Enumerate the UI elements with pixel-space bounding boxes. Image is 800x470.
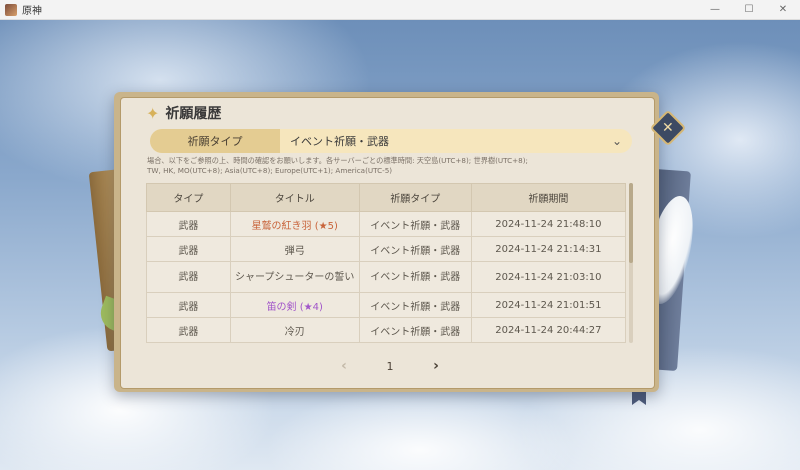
sparkle-icon: ✦ <box>146 103 160 123</box>
cell-title: 冷刃 <box>229 317 360 343</box>
column-header-type: タイプ <box>146 183 231 212</box>
prev-page-button[interactable]: ‹ <box>335 357 353 375</box>
chevron-down-icon[interactable]: ⌄ <box>612 134 622 148</box>
cell-time: 2024-11-24 21:01:51 <box>470 292 627 318</box>
dropdown-label: 祈願タイプ <box>150 129 280 153</box>
scroll-thumb[interactable] <box>629 183 633 263</box>
cell-wish-type: イベント祈願・武器 <box>358 236 472 262</box>
cell-title: 笛の剣 (★4) <box>229 292 360 318</box>
table-row: 武器 シャープシューターの誓い イベント祈願・武器 2024-11-24 21:… <box>146 261 627 293</box>
table-row: 武器 星鷲の紅き羽 (★5) イベント祈願・武器 2024-11-24 21:4… <box>146 211 627 237</box>
app-icon <box>5 3 17 16</box>
cell-type: 武器 <box>146 261 231 293</box>
column-header-title: タイトル <box>229 183 360 212</box>
cell-title: 弾弓 <box>229 236 360 262</box>
cell-type: 武器 <box>146 236 231 262</box>
column-header-wish-type: 祈願タイプ <box>358 183 472 212</box>
cell-wish-type: イベント祈願・武器 <box>358 261 472 293</box>
cell-type: 武器 <box>146 211 231 237</box>
table-row: 武器 笛の剣 (★4) イベント祈願・武器 2024-11-24 21:01:5… <box>146 292 627 318</box>
table-header-row: タイプ タイトル 祈願タイプ 祈願期間 <box>146 183 627 212</box>
cell-time: 2024-11-24 21:48:10 <box>470 211 627 237</box>
cell-time: 2024-11-24 21:14:31 <box>470 236 627 262</box>
notice-line-1: 場合、以下をご参照の上、時間の確認をお願いします。各サーバーごとの標準時間: 天… <box>147 156 528 165</box>
window-title-bar: 原神 — ☐ ✕ <box>0 0 800 20</box>
cell-title: 星鷲の紅き羽 (★5) <box>229 211 360 237</box>
cell-time: 2024-11-24 21:03:10 <box>470 261 627 293</box>
panel-header: ✦ 祈願履歴 <box>146 103 221 123</box>
table-scrollbar[interactable] <box>629 183 633 343</box>
window-title: 原神 <box>22 6 42 17</box>
timezone-notice: 場合、以下をご参照の上、時間の確認をお願いします。各サーバーごとの標準時間: 天… <box>147 156 622 176</box>
maximize-button[interactable]: ☐ <box>732 0 766 19</box>
close-icon: ✕ <box>662 119 674 136</box>
cell-type: 武器 <box>146 292 231 318</box>
table-row: 武器 冷刃 イベント祈願・武器 2024-11-24 20:44:27 <box>146 317 627 343</box>
close-window-button[interactable]: ✕ <box>766 0 800 19</box>
wish-history-table: タイプ タイトル 祈願タイプ 祈願期間 武器 星鷲の紅き羽 (★5) イベント祈… <box>146 183 627 343</box>
cell-time: 2024-11-24 20:44:27 <box>470 317 627 343</box>
cell-type: 武器 <box>146 317 231 343</box>
current-page-number: 1 <box>386 359 394 373</box>
cell-wish-type: イベント祈願・武器 <box>358 211 472 237</box>
column-header-wish-time: 祈願期間 <box>470 183 627 212</box>
cell-wish-type: イベント祈願・武器 <box>358 292 472 318</box>
dropdown-selected-value: イベント祈願・武器 <box>290 135 389 148</box>
wish-type-dropdown[interactable]: 祈願タイプ イベント祈願・武器 ⌄ <box>150 129 632 153</box>
pagination: ‹ 1 › <box>335 356 445 376</box>
panel-title: 祈願履歴 <box>165 106 222 122</box>
cell-wish-type: イベント祈願・武器 <box>358 317 472 343</box>
notice-line-2: TW, HK, MO(UTC+8); Asia(UTC+8); Europe(U… <box>147 166 393 175</box>
next-page-button[interactable]: › <box>427 357 445 375</box>
window-controls: — ☐ ✕ <box>698 0 800 19</box>
minimize-button[interactable]: — <box>698 0 732 19</box>
table-row: 武器 弾弓 イベント祈願・武器 2024-11-24 21:14:31 <box>146 236 627 262</box>
cell-title: シャープシューターの誓い <box>229 261 360 293</box>
